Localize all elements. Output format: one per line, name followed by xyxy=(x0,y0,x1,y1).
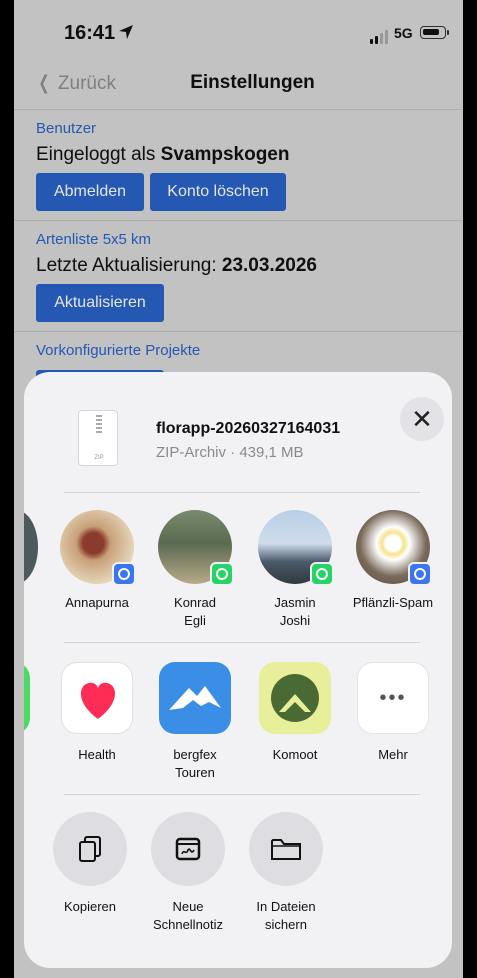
action-save-to-files[interactable]: In Dateien sichern xyxy=(236,812,336,934)
mountain-icon xyxy=(159,662,231,734)
file-name: florapp-20260327164031 xyxy=(156,420,341,437)
app-name: Mehr xyxy=(378,747,408,762)
whatsapp-badge-icon xyxy=(210,562,234,586)
action-name: Kopieren xyxy=(63,899,117,914)
zipper-icon xyxy=(96,415,102,435)
action-name: Neue Schnellnotiz xyxy=(152,899,224,932)
action-quick-note[interactable]: Neue Schnellnotiz xyxy=(138,812,238,934)
quick-note-icon xyxy=(151,812,225,886)
contact-jasmin-joshi[interactable]: Jasmin Joshi xyxy=(250,510,340,630)
heart-icon xyxy=(61,662,133,734)
contact-konrad-egli[interactable]: Konrad Egli xyxy=(150,510,240,630)
contact-name: Annapurna xyxy=(65,595,129,610)
contact-name: Pflänzli-Spam xyxy=(352,595,434,610)
app-bergfex-touren[interactable]: bergfex Touren xyxy=(150,662,240,782)
avatar xyxy=(158,510,234,586)
share-sheet: ZIP florapp-20260327164031 ZIP-Archiv · … xyxy=(24,372,452,968)
contact-name: Konrad Egli xyxy=(174,595,216,628)
divider xyxy=(64,794,420,795)
app-name: Health xyxy=(78,747,116,762)
signal-badge-icon xyxy=(112,562,136,586)
action-name: In Dateien sichern xyxy=(256,899,316,932)
app-more[interactable]: ••• Mehr xyxy=(348,662,438,764)
komoot-icon xyxy=(259,662,331,734)
file-icon-label: ZIP xyxy=(94,455,104,461)
signal-badge-icon xyxy=(408,562,432,586)
folder-icon xyxy=(249,812,323,886)
contact-annapurna[interactable]: Annapurna xyxy=(52,510,142,612)
avatar xyxy=(356,510,432,586)
contact-pflaenzli-spam[interactable]: Pflänzli-Spam xyxy=(348,510,438,612)
close-icon: ✕ xyxy=(411,403,433,434)
action-copy[interactable]: Kopieren xyxy=(40,812,140,916)
divider xyxy=(64,492,420,493)
avatar xyxy=(60,510,136,586)
file-meta: ZIP-Archiv · 439,1 MB xyxy=(156,444,304,461)
avatar xyxy=(258,510,334,586)
app-komoot[interactable]: Komoot xyxy=(250,662,340,764)
zip-file-icon: ZIP xyxy=(78,410,118,466)
partial-app-icon[interactable] xyxy=(24,662,30,734)
divider xyxy=(64,642,420,643)
whatsapp-badge-icon xyxy=(310,562,334,586)
app-health[interactable]: Health xyxy=(52,662,142,764)
more-icon: ••• xyxy=(357,662,429,734)
partial-contact-avatar[interactable] xyxy=(24,510,38,584)
phone-frame: 16:41 5G ❮ Zurück Einstellungen Benutzer … xyxy=(0,0,477,978)
app-name: bergfex Touren xyxy=(173,747,217,780)
copy-icon xyxy=(53,812,127,886)
app-name: Komoot xyxy=(272,747,318,762)
contact-name: Jasmin Joshi xyxy=(274,595,316,628)
close-button[interactable]: ✕ xyxy=(400,397,444,441)
